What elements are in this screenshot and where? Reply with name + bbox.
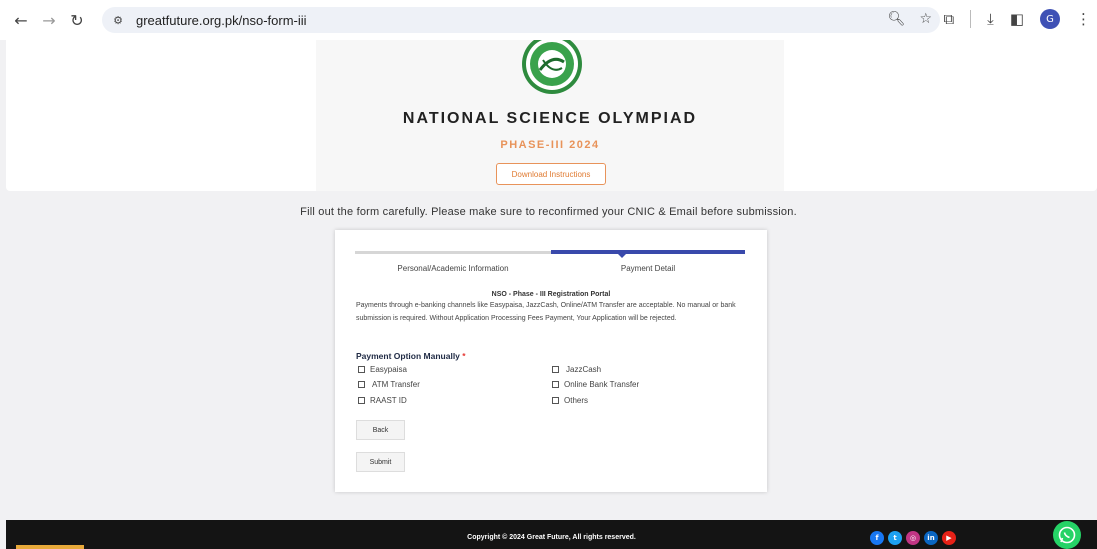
youtube-icon[interactable]: ▶ <box>942 531 956 545</box>
option-label: Others <box>564 396 589 405</box>
step-payment-detail[interactable]: Payment Detail <box>551 264 745 273</box>
checkbox-easypaisa[interactable] <box>358 366 365 373</box>
menu-dots-icon[interactable]: ⋮ <box>1076 10 1091 28</box>
footer-accent-bar <box>16 545 84 549</box>
zoom-icon[interactable]: 🔍︎ <box>888 11 906 27</box>
submit-button[interactable]: Submit <box>356 452 405 472</box>
portal-description: Payments through e-banking channels like… <box>356 302 736 322</box>
linkedin-icon[interactable]: in <box>924 531 938 545</box>
twitter-icon[interactable]: t <box>888 531 902 545</box>
checkbox-online-bank-transfer[interactable] <box>552 381 559 388</box>
option-label: Online Bank Transfer <box>564 380 640 389</box>
reload-icon[interactable]: ↻ <box>66 9 88 31</box>
payment-option-label: Payment Option Manually * <box>356 351 466 361</box>
toolbar-divider <box>970 10 972 28</box>
profile-avatar[interactable]: G <box>1040 9 1060 29</box>
option-easypaisa[interactable]: Easypaisa <box>358 365 407 374</box>
option-raast-id[interactable]: RAAST ID <box>358 396 407 405</box>
whatsapp-glyph-icon <box>1058 526 1076 544</box>
extensions-icon[interactable]: ⧉ <box>943 10 954 28</box>
portal-title: NSO - Phase - III Registration Portal <box>491 291 611 298</box>
checkbox-jazzcash[interactable] <box>552 366 559 373</box>
option-label: Easypaisa <box>370 365 407 374</box>
checkbox-atm-transfer[interactable] <box>358 381 365 388</box>
option-jazzcash[interactable]: JazzCash <box>552 365 601 374</box>
download-instructions-button[interactable]: Download Instructions <box>496 163 606 185</box>
checkbox-raast-id[interactable] <box>358 397 365 404</box>
social-links: f t ◎ in ▶ <box>870 531 956 545</box>
download-icon[interactable]: ⤓ <box>987 10 994 28</box>
address-bar[interactable]: ⚙ greatfuture.org.pk/nso-form-iii 🔍︎ ☆ <box>102 7 940 33</box>
active-step-marker-icon <box>618 254 626 258</box>
forward-arrow-icon[interactable]: → <box>38 9 60 31</box>
facebook-icon[interactable]: f <box>870 531 884 545</box>
option-atm-transfer[interactable]: ATM Transfer <box>358 380 420 389</box>
site-settings-icon[interactable]: ⚙ <box>110 12 126 28</box>
registration-form-card: Personal/Academic Information Payment De… <box>335 230 767 492</box>
option-label: JazzCash <box>566 365 602 374</box>
checkbox-others[interactable] <box>552 397 559 404</box>
url-text[interactable]: greatfuture.org.pk/nso-form-iii <box>136 13 307 28</box>
option-label: ATM Transfer <box>372 380 420 389</box>
side-panel-icon[interactable]: ◧ <box>1010 10 1024 28</box>
back-arrow-icon[interactable]: ← <box>10 9 32 31</box>
page-title: NATIONAL SCIENCE OLYMPIAD <box>402 110 698 127</box>
whatsapp-chat-icon[interactable] <box>1053 521 1081 549</box>
bookmark-star-icon[interactable]: ☆ <box>919 11 932 27</box>
phase-subtitle: PHASE-III 2024 <box>500 139 600 151</box>
step-progress-active <box>551 250 745 254</box>
back-button[interactable]: Back <box>356 420 405 440</box>
option-label: RAAST ID <box>370 396 407 405</box>
step-progress-inactive <box>355 251 551 254</box>
step-personal-academic[interactable]: Personal/Academic Information <box>355 264 551 273</box>
required-mark: * <box>462 351 466 361</box>
payment-option-label-text: Payment Option Manually <box>356 351 460 361</box>
footer: Copyright © 2024 Great Future, All right… <box>6 520 1097 549</box>
instagram-icon[interactable]: ◎ <box>906 531 920 545</box>
form-instruction: Fill out the form carefully. Please make… <box>300 206 797 218</box>
browser-toolbar: ← → ↻ ⚙ greatfuture.org.pk/nso-form-iii … <box>0 0 1097 40</box>
olympiad-logo-icon <box>522 40 582 94</box>
option-others[interactable]: Others <box>552 396 588 405</box>
option-online-bank-transfer[interactable]: Online Bank Transfer <box>552 380 639 389</box>
